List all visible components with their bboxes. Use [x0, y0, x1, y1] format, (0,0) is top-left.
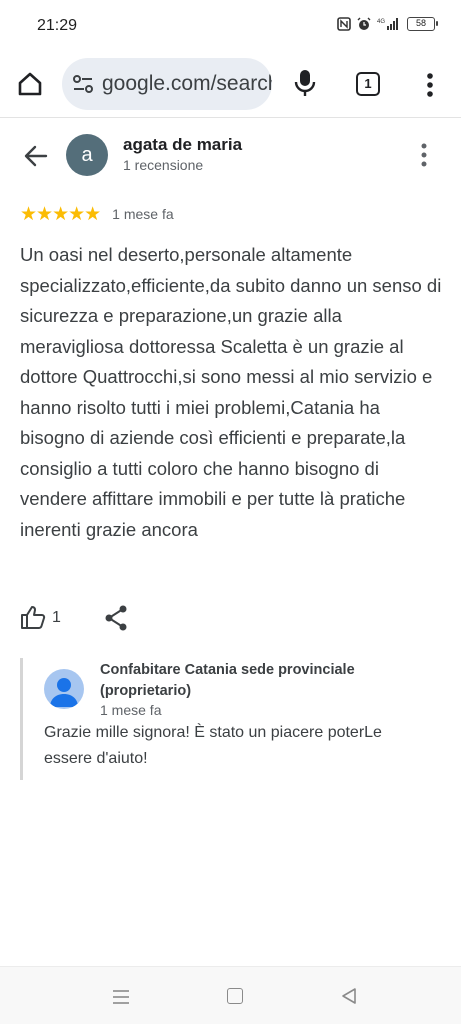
- owner-reply-date: 1 mese fa: [100, 702, 162, 718]
- nfc-icon: [337, 17, 351, 31]
- status-bar: 21:29 4G 58: [0, 0, 461, 52]
- star-rating: ★★★★★: [20, 203, 101, 225]
- arrow-back-icon[interactable]: [22, 142, 50, 170]
- tune-icon[interactable]: [72, 74, 94, 94]
- tab-switcher-button[interactable]: 1: [356, 72, 380, 96]
- status-time: 21:29: [37, 17, 78, 34]
- address-bar[interactable]: google.com/search: [62, 58, 272, 110]
- review-date: 1 mese fa: [112, 206, 174, 222]
- more-vert-icon[interactable]: [420, 70, 440, 100]
- owner-name: Confabitare Catania sede provinciale (pr…: [100, 662, 355, 699]
- alarm-icon: [357, 17, 371, 30]
- home-icon[interactable]: [16, 70, 44, 98]
- reviewer-name[interactable]: agata de maria: [123, 135, 242, 155]
- mic-icon[interactable]: [292, 68, 318, 98]
- browser-toolbar: google.com/search 1: [0, 52, 461, 118]
- reviewer-avatar[interactable]: a: [66, 134, 108, 176]
- signal-4g-icon: 4G: [377, 18, 398, 30]
- owner-reply: Confabitare Catania sede provinciale (pr…: [20, 658, 440, 780]
- more-options-icon[interactable]: [414, 140, 434, 170]
- review-text: Un oasi nel deserto,personale altamente …: [20, 244, 442, 540]
- nav-back-icon[interactable]: [340, 987, 358, 1005]
- share-icon[interactable]: [103, 604, 129, 632]
- review-header: a agata de maria 1 recensione: [0, 128, 461, 188]
- person-icon: [50, 678, 78, 707]
- svg-text:4G: 4G: [377, 19, 385, 25]
- owner-reply-text: Grazie mille signora! È stato un piacere…: [44, 724, 382, 767]
- owner-avatar: [44, 669, 84, 709]
- thumb-up-icon[interactable]: [20, 604, 46, 630]
- review-actions: 1: [0, 600, 461, 636]
- reviewer-review-count: 1 recensione: [123, 157, 204, 173]
- like-count: 1: [52, 609, 61, 626]
- system-nav-bar: [0, 966, 461, 1024]
- url-text: google.com/search: [102, 72, 272, 95]
- recent-apps-icon[interactable]: [111, 989, 131, 1005]
- nav-home-icon[interactable]: [227, 988, 243, 1004]
- rating-row: ★★★★★ 1 mese fa: [20, 203, 174, 225]
- status-icons: 4G 58: [337, 17, 438, 31]
- battery-indicator: 58: [407, 17, 438, 31]
